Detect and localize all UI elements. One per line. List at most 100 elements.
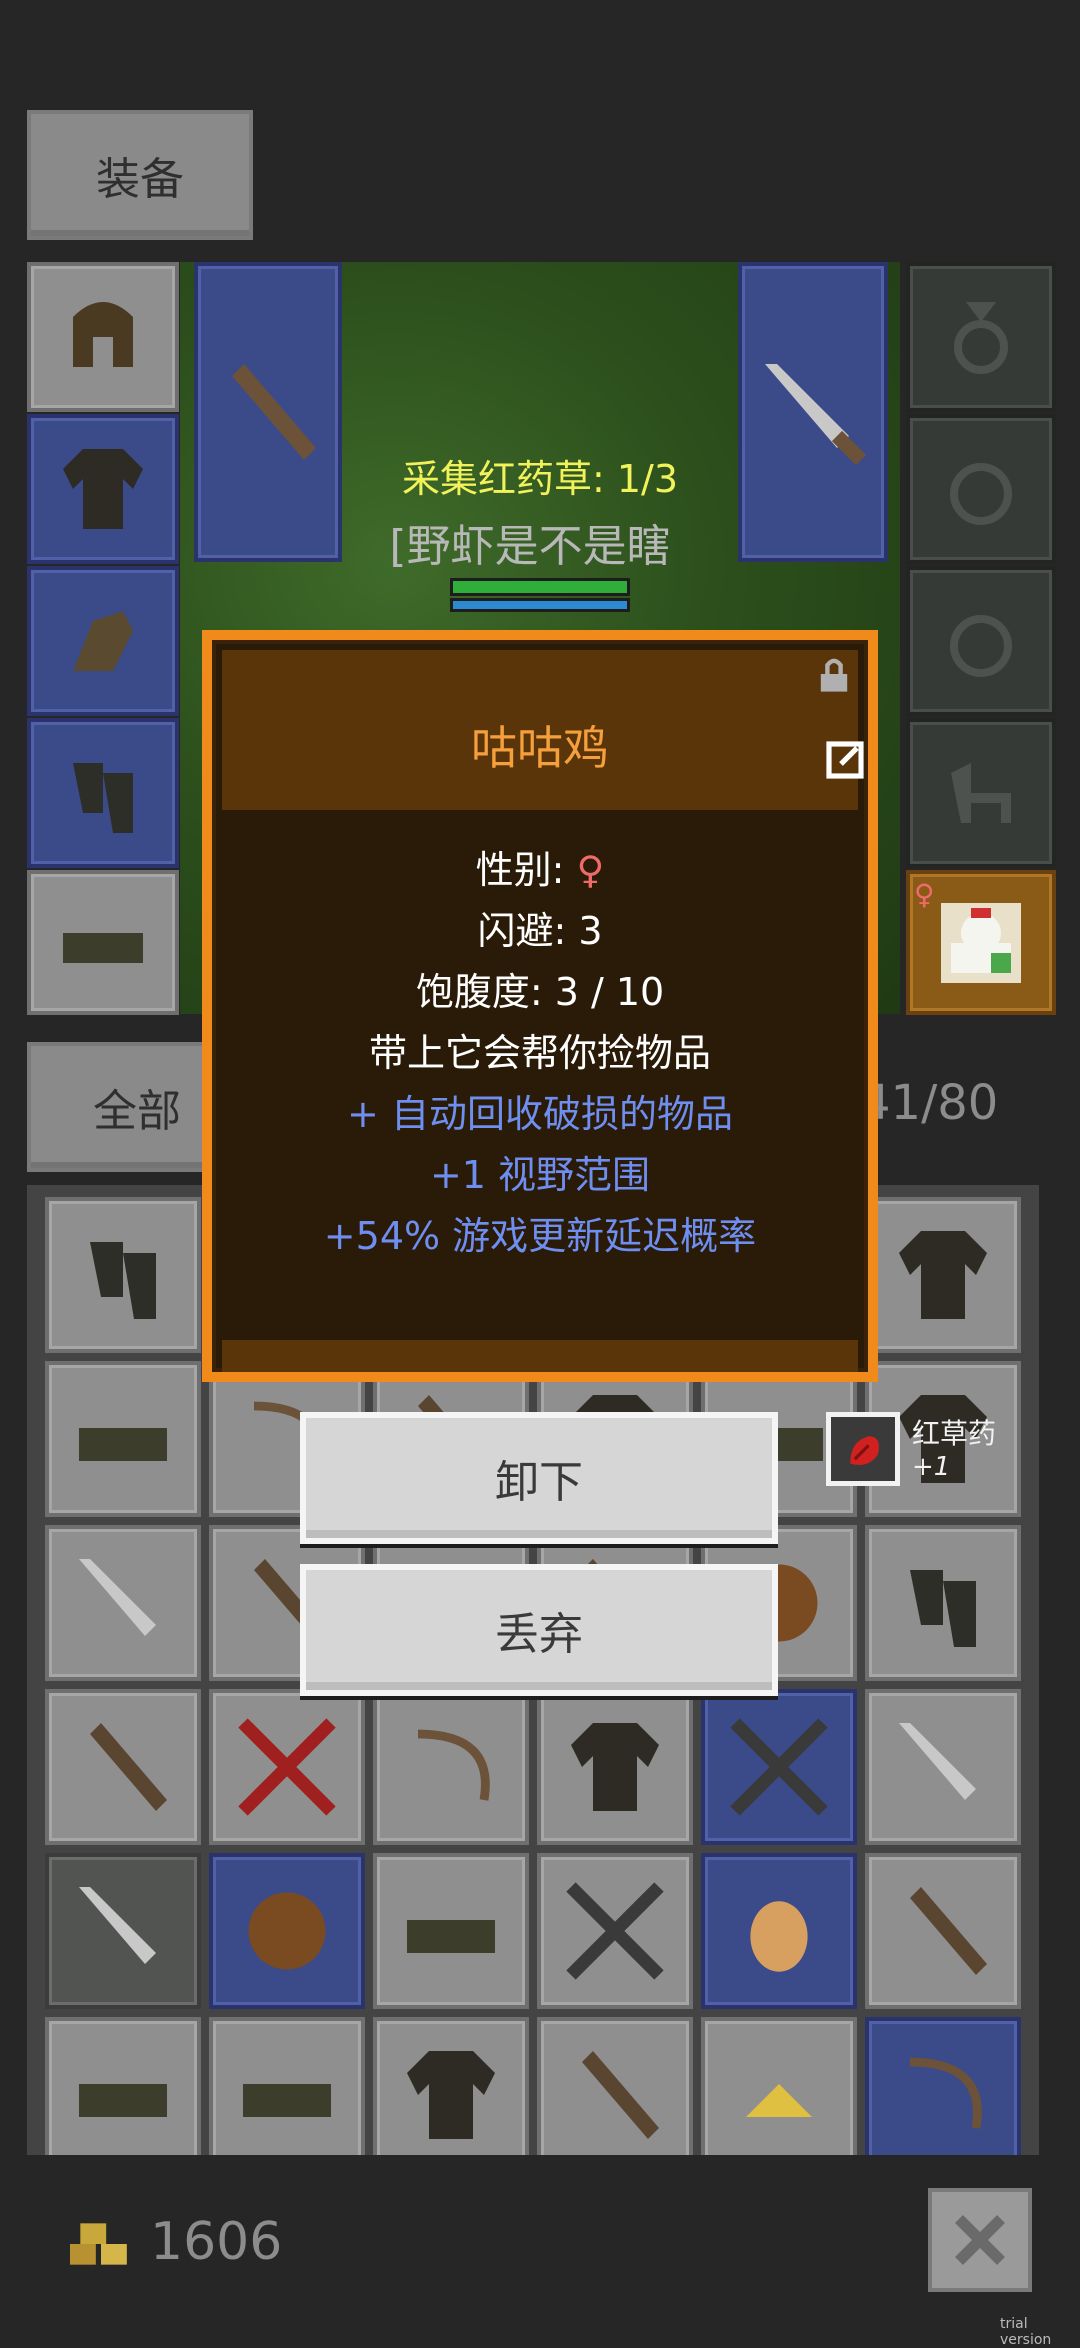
popup-title: 咕咕鸡 xyxy=(471,721,609,775)
equip-slot-gloves[interactable] xyxy=(27,566,179,716)
inventory-slot[interactable] xyxy=(701,2017,857,2155)
pickup-notification: 红草药 +1 xyxy=(820,1408,1020,1490)
club-item-icon xyxy=(582,2051,659,2139)
inventory-slot[interactable] xyxy=(209,2017,365,2155)
pet-bonus-vision: +1 视野范围 xyxy=(429,1153,651,1197)
unequip-button[interactable]: 卸下 xyxy=(300,1412,778,1544)
equip-slot-pet[interactable]: ♀ xyxy=(906,870,1056,1015)
equip-slot-mount[interactable] xyxy=(906,718,1056,868)
equip-slot-armor[interactable] xyxy=(27,414,179,564)
inventory-slot[interactable] xyxy=(373,1689,529,1845)
ring-icon xyxy=(949,614,1013,678)
cross-item-icon xyxy=(730,1718,828,1816)
close-icon xyxy=(955,2215,1005,2265)
pet-gender-icon: ♀ xyxy=(914,878,935,911)
shield-item-icon xyxy=(248,1892,326,1970)
inventory-slot[interactable] xyxy=(45,1689,201,1845)
equip-slot-offhand[interactable] xyxy=(738,262,888,562)
red-herb-icon xyxy=(826,1412,900,1486)
female-icon: ♀ xyxy=(576,848,605,892)
inventory-slot[interactable] xyxy=(373,1853,529,2009)
horse-icon xyxy=(951,763,1011,823)
close-button[interactable] xyxy=(928,2188,1032,2292)
inventory-slot[interactable] xyxy=(865,1853,1021,2009)
equip-slot-ring-2[interactable] xyxy=(906,566,1056,716)
sword-item-icon xyxy=(899,1723,976,1800)
club-item-icon xyxy=(910,1887,987,1975)
player-name: [野虾是不是瞎 xyxy=(389,521,671,572)
bow-item-icon xyxy=(417,1729,490,1801)
pet-dodge: 闪避: 3 xyxy=(477,909,603,953)
popup-body: 性别: ♀ 闪避: 3 饱腹度: 3 / 10 带上它会帮你捡物品 + 自动回收… xyxy=(212,840,868,1267)
armor-item-icon xyxy=(407,2051,495,2139)
armor-item-icon xyxy=(899,1231,987,1319)
gloves-icon xyxy=(73,611,133,671)
inventory-slot[interactable] xyxy=(45,1197,201,1353)
pet-description: 带上它会帮你捡物品 xyxy=(368,1031,711,1075)
inventory-slot[interactable] xyxy=(45,2017,201,2155)
pet-gender: 性别: ♀ xyxy=(212,840,868,901)
pickup-item-name: 红草药 xyxy=(912,1417,997,1450)
equip-slot-belt[interactable] xyxy=(27,870,179,1015)
rename-icon[interactable] xyxy=(825,740,865,780)
inventory-slot[interactable] xyxy=(865,1197,1021,1353)
equip-slot-ring-1[interactable] xyxy=(906,414,1056,564)
inventory-slot[interactable] xyxy=(209,1853,365,2009)
inventory-slot[interactable] xyxy=(209,1689,365,1845)
egg-item-icon xyxy=(750,1901,808,1972)
inventory-slot[interactable] xyxy=(865,1525,1021,1681)
belt-icon xyxy=(63,932,143,963)
inventory-slot[interactable] xyxy=(865,1689,1021,1845)
pet-gender-label: 性别: xyxy=(475,848,577,892)
armor-item-icon xyxy=(571,1723,659,1811)
inventory-slot[interactable] xyxy=(865,2017,1021,2155)
bow-item-icon xyxy=(909,2057,982,2129)
watermark: trial version xyxy=(1000,2316,1052,2348)
boots-item-icon xyxy=(910,1570,976,1647)
inventory-slot[interactable] xyxy=(45,1525,201,1681)
pickup-item-amount: +1 xyxy=(912,1452,951,1482)
armor-icon xyxy=(63,449,143,529)
club-item-icon xyxy=(90,1723,167,1811)
belt-item-icon xyxy=(407,1920,495,1953)
equip-slot-helmet[interactable] xyxy=(27,262,179,412)
equip-slot-weapon[interactable] xyxy=(194,262,342,562)
discard-button[interactable]: 丢弃 xyxy=(300,1564,778,1696)
sword-item-icon xyxy=(79,1559,156,1636)
boots-icon xyxy=(73,763,133,833)
inventory-slot[interactable] xyxy=(537,1853,693,2009)
pet-info-popup: 咕咕鸡 性别: ♀ 闪避: 3 饱腹度: 3 / 10 带上它会帮你捡物品 + … xyxy=(202,630,878,1382)
gold-amount: 1606 xyxy=(150,2212,283,2272)
inventory-count: 41/80 xyxy=(860,1075,999,1131)
player-health-bar xyxy=(450,578,630,596)
crossred-item-icon xyxy=(238,1718,336,1816)
cheese-item-icon xyxy=(746,2084,812,2117)
popup-footer xyxy=(222,1340,858,1372)
equip-slot-boots[interactable] xyxy=(27,718,179,868)
sword-item-icon xyxy=(79,1887,156,1964)
lock-icon[interactable] xyxy=(812,652,856,696)
quest-progress: 采集红药草: 1/3 xyxy=(401,457,679,501)
inventory-slot[interactable] xyxy=(537,1689,693,1845)
pet-bonus-delay: +54% 游戏更新延迟概率 xyxy=(323,1214,757,1258)
cross-item-icon xyxy=(566,1882,664,1980)
belt-item-icon xyxy=(79,2084,167,2117)
ring-icon xyxy=(949,462,1013,526)
inventory-slot[interactable] xyxy=(45,1853,201,2009)
amulet-icon xyxy=(954,302,1008,374)
helmet-icon xyxy=(73,302,133,367)
tab-equipment[interactable]: 装备 xyxy=(27,110,253,240)
belt-item-icon xyxy=(243,2084,331,2117)
inventory-slot[interactable] xyxy=(537,2017,693,2155)
inventory-slot[interactable] xyxy=(701,1853,857,2009)
gold-coins-icon xyxy=(70,2223,127,2265)
chicken-pet-icon xyxy=(941,902,1021,983)
inventory-slot[interactable] xyxy=(45,1361,201,1517)
equip-slot-amulet[interactable] xyxy=(906,262,1056,412)
belt-item-icon xyxy=(79,1428,167,1461)
pet-bonus-recycle: + 自动回收破损的物品 xyxy=(347,1092,733,1136)
boots-item-icon xyxy=(90,1242,156,1319)
inventory-slot[interactable] xyxy=(701,1689,857,1845)
player-mana-bar xyxy=(450,598,630,612)
inventory-slot[interactable] xyxy=(373,2017,529,2155)
